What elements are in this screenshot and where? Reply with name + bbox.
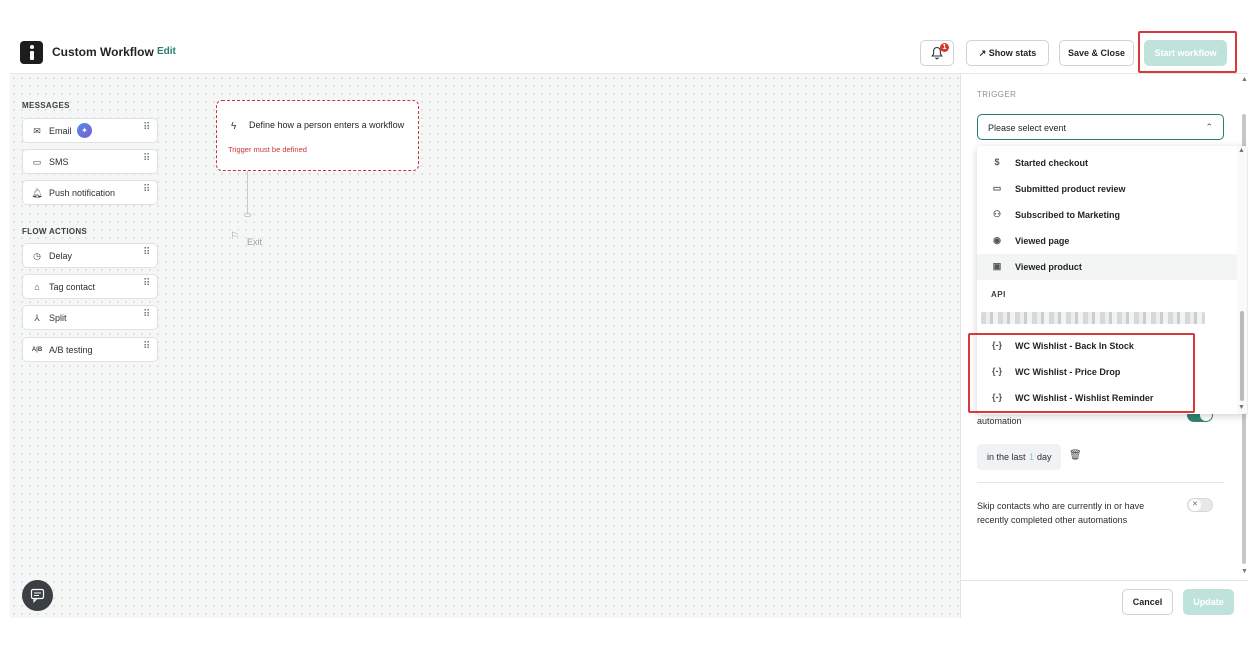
dropdown-scrollbar[interactable]: ▲ ▼: [1237, 146, 1247, 414]
time-window-chip[interactable]: in the last 1 day: [977, 444, 1061, 470]
eye-icon: ◉: [993, 235, 1001, 245]
trash-icon[interactable]: 🗑︎: [1069, 450, 1082, 461]
support-chat-button[interactable]: [22, 580, 53, 611]
scroll-up-icon[interactable]: ▲: [1241, 76, 1248, 83]
scroll-down-icon[interactable]: ▼: [1241, 568, 1248, 575]
ai-sparkle-icon: ✦: [77, 123, 92, 138]
palette-item-label: Email: [49, 126, 72, 136]
dollar-doc-icon: $: [994, 157, 1000, 167]
save-close-button[interactable]: Save & Close: [1059, 40, 1134, 66]
drag-handle-icon[interactable]: ⠿: [143, 154, 151, 168]
event-select-value: Please select event: [988, 123, 1067, 133]
drag-handle-icon[interactable]: ⠿: [143, 310, 151, 324]
option-submitted-product-review[interactable]: ▭ Submitted product review: [977, 176, 1237, 202]
divider: [977, 482, 1224, 483]
palette-item-tag-contact[interactable]: ⌂ Tag contact ⠿: [22, 274, 158, 299]
drag-handle-icon[interactable]: ⠿: [143, 185, 151, 199]
product-box-icon: ▣: [992, 261, 1002, 271]
api-group-heading: API: [991, 290, 1006, 299]
review-card-icon: ▭: [992, 183, 1002, 193]
app-logo-icon: [20, 41, 43, 64]
option-viewed-product[interactable]: ▣ Viewed product: [977, 254, 1237, 280]
exit-node-label: Exit: [247, 237, 263, 247]
palette-item-label: A/B testing: [49, 345, 93, 355]
palette-item-label: SMS: [49, 157, 69, 167]
option-label: Submitted product review: [1015, 184, 1126, 194]
palette-item-delay[interactable]: ◷ Delay ⠿: [22, 243, 158, 268]
time-unit: day: [1037, 452, 1052, 462]
edit-title-link[interactable]: Edit: [157, 46, 176, 57]
palette-item-label: Split: [49, 313, 67, 323]
redacted-row: [981, 312, 1205, 324]
drag-handle-icon[interactable]: ⠿: [143, 123, 151, 137]
trigger-section-label: TRIGGER: [977, 90, 1017, 99]
palette-item-label: Push notification: [49, 188, 116, 198]
palette-item-push-notification[interactable]: 🔔︎ Push notification ⠿: [22, 180, 158, 205]
option-label: Started checkout: [1015, 158, 1089, 168]
option-label: Viewed product: [1015, 262, 1082, 272]
skip-contacts-toggle[interactable]: [1187, 498, 1213, 512]
show-stats-button[interactable]: ↗ Show stats: [966, 40, 1049, 66]
show-stats-label: Show stats: [988, 48, 1037, 58]
scrollbar-thumb[interactable]: [1240, 311, 1244, 401]
time-value[interactable]: 1: [1029, 452, 1034, 462]
drag-handle-icon[interactable]: ⠿: [143, 248, 151, 262]
trigger-node[interactable]: ϟ Define how a person enters a workflow …: [216, 100, 419, 171]
workflow-canvas[interactable]: MESSAGES ✉ Email ✦ ⠿ ▭ SMS ⠿ 🔔︎ Push not…: [10, 74, 960, 618]
bell-icon: 🔔︎: [31, 188, 43, 198]
clock-icon: ◷: [33, 251, 41, 261]
scroll-up-icon[interactable]: ▲: [1238, 147, 1245, 154]
option-label: Viewed page: [1015, 236, 1070, 246]
cancel-button[interactable]: Cancel: [1122, 589, 1173, 615]
option-subscribed-to-marketing[interactable]: ⚇ Subscribed to Marketing: [977, 202, 1237, 228]
option-viewed-page[interactable]: ◉ Viewed page: [977, 228, 1237, 254]
highlight-box-start-workflow: [1138, 31, 1237, 73]
chevron-up-icon: ⌃: [1205, 122, 1213, 132]
trend-icon: ↗: [978, 48, 987, 58]
notification-badge: 1: [940, 43, 949, 52]
messages-heading: MESSAGES: [22, 101, 70, 110]
highlight-box-wishlist-options: [968, 333, 1195, 413]
chat-icon: [30, 588, 45, 603]
connector-add-point[interactable]: [244, 213, 251, 217]
trigger-error-text: Trigger must be defined: [228, 145, 307, 154]
flow-actions-heading: FLOW ACTIONS: [22, 227, 88, 236]
app-window: Custom Workflow Edit 1 ↗ Show stats Save…: [10, 30, 1248, 618]
envelope-icon: ✉: [33, 126, 41, 136]
lightning-icon: ϟ: [231, 121, 237, 132]
palette-item-sms[interactable]: ▭ SMS ⠿: [22, 149, 158, 174]
split-icon: ⅄: [34, 313, 40, 323]
tag-icon: ⌂: [34, 282, 40, 292]
ab-icon: A|B: [31, 347, 43, 353]
trigger-node-text: Define how a person enters a workflow: [249, 120, 405, 130]
panel-footer: Cancel Update: [961, 580, 1248, 618]
option-started-checkout[interactable]: $ Started checkout: [977, 150, 1237, 176]
flag-icon: ⚐: [230, 231, 239, 242]
skip-contacts-text: Skip contacts who are currently in or ha…: [977, 501, 1145, 525]
scroll-down-icon[interactable]: ▼: [1238, 404, 1245, 411]
workflow-title: Custom Workflow: [52, 45, 154, 59]
option-label: Subscribed to Marketing: [1015, 210, 1121, 220]
update-button[interactable]: Update: [1183, 589, 1234, 615]
palette-item-label: Delay: [49, 251, 73, 261]
palette-item-ab-testing[interactable]: A|B A/B testing ⠿: [22, 337, 158, 362]
chat-bubble-icon: ▭: [32, 157, 42, 167]
palette-item-email[interactable]: ✉ Email ✦ ⠿: [22, 118, 158, 143]
palette-item-label: Tag contact: [49, 282, 96, 292]
automation-text: automation: [977, 416, 1022, 426]
time-prefix: in the last: [987, 452, 1026, 462]
flow-connector: [247, 171, 248, 215]
drag-handle-icon[interactable]: ⠿: [143, 279, 151, 293]
top-bar: Custom Workflow Edit 1 ↗ Show stats Save…: [10, 30, 1248, 74]
drag-handle-icon[interactable]: ⠿: [143, 342, 151, 356]
event-select[interactable]: Please select event ⌃: [977, 114, 1224, 140]
user-plus-icon: ⚇: [992, 209, 1002, 219]
notifications-button[interactable]: 1: [920, 40, 954, 66]
palette-item-split[interactable]: ⅄ Split ⠿: [22, 305, 158, 330]
